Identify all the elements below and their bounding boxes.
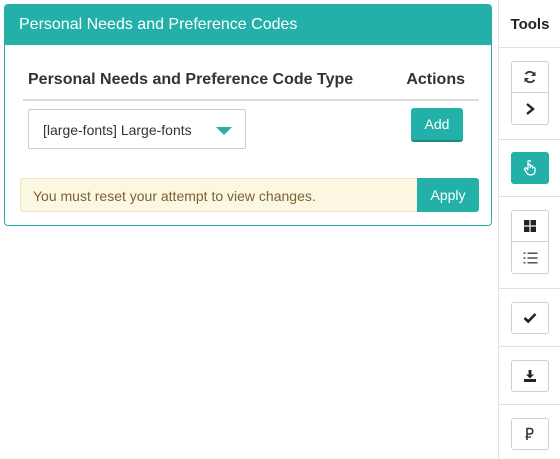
- p-icon: [524, 427, 536, 441]
- download-icon: [523, 369, 537, 383]
- check-button[interactable]: [511, 302, 549, 334]
- divider: [499, 196, 560, 197]
- divider: [499, 47, 560, 48]
- column-header-actions: Actions: [406, 71, 465, 88]
- table-header: Personal Needs and Preference Code Type …: [23, 61, 479, 101]
- check-icon: [523, 312, 537, 324]
- tools-title: Tools: [510, 16, 550, 33]
- caret-down-icon: [216, 127, 232, 135]
- list-view-button[interactable]: [511, 242, 549, 274]
- chevron-right-icon: [524, 102, 536, 116]
- grid-icon: [523, 219, 537, 233]
- add-button[interactable]: Add: [411, 108, 463, 142]
- refresh-icon: [523, 70, 537, 84]
- divider: [499, 288, 560, 289]
- numbered-list-icon: [523, 251, 538, 265]
- notice-text: You must reset your attempt to view chan…: [33, 188, 316, 204]
- reset-notice: You must reset your attempt to view chan…: [20, 178, 417, 212]
- download-button[interactable]: [511, 360, 549, 392]
- divider: [499, 346, 560, 347]
- divider: [499, 404, 560, 405]
- tools-sidebar: Tools: [498, 0, 560, 459]
- divider: [499, 139, 560, 140]
- pnp-codes-panel: Personal Needs and Preference Codes Pers…: [4, 4, 492, 226]
- select-value: [large-fonts] Large-fonts: [43, 122, 192, 138]
- apply-button[interactable]: Apply: [417, 178, 479, 212]
- pnp-code-select[interactable]: [large-fonts] Large-fonts: [28, 109, 246, 149]
- grid-view-button[interactable]: [511, 210, 549, 242]
- column-header-type: Personal Needs and Preference Code Type: [28, 71, 354, 88]
- p-tool-button[interactable]: [511, 418, 549, 450]
- next-button[interactable]: [511, 93, 549, 125]
- pointer-hand-icon: [523, 160, 537, 176]
- pointer-tool-button[interactable]: [511, 152, 549, 184]
- panel-title: Personal Needs and Preference Codes: [5, 5, 491, 45]
- refresh-button[interactable]: [511, 61, 549, 93]
